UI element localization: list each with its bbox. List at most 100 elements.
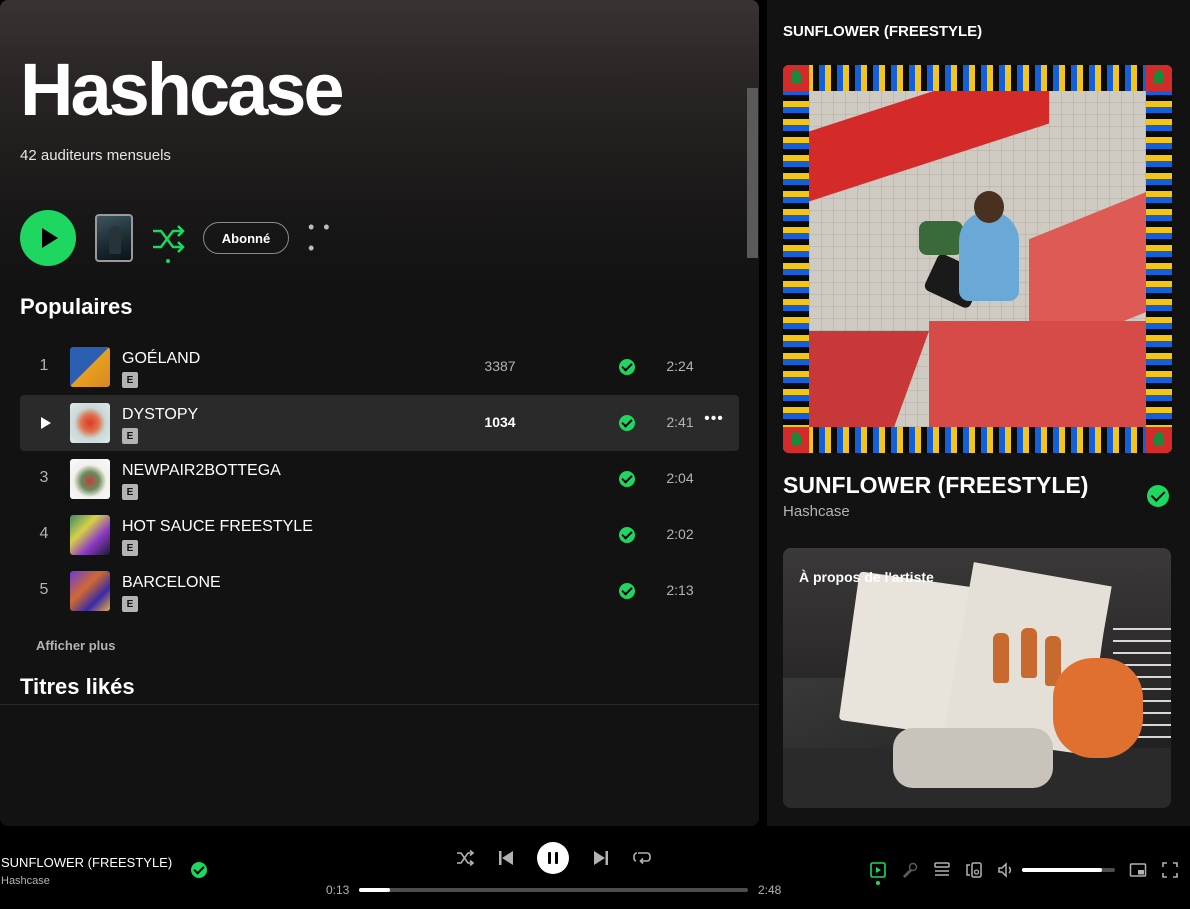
mute-button[interactable] [997,861,1015,879]
fullscreen-button[interactable] [1161,861,1179,879]
palm-icon [783,427,809,453]
miniplayer-icon [1129,863,1147,877]
artist-page: Hashcase 42 auditeurs mensuels Abonné • … [0,0,759,826]
scrollbar[interactable] [747,88,758,258]
explicit-badge: E [122,540,138,556]
saved-check-icon[interactable] [191,862,207,878]
track-title[interactable]: DYSTOPY [122,406,198,424]
skip-forward-icon [594,851,608,865]
saved-check-icon[interactable] [619,415,635,431]
explicit-badge: E [122,484,138,500]
show-more-link[interactable]: Afficher plus [36,638,115,653]
about-artist-label: À propos de l'artiste [799,569,934,585]
repeat-icon [633,852,651,865]
track-number: 5 [39,581,49,598]
previous-button[interactable] [496,848,516,868]
microphone-icon [902,862,918,879]
queue-icon [934,862,950,876]
track-row[interactable]: DYSTOPY E 1034 2:41 ••• [20,395,739,451]
track-plays: 1034 [484,414,516,430]
lyrics-button[interactable] [901,861,919,879]
track-row[interactable]: 4 HOT SAUCE FREESTYLE E 2:02 [20,507,739,563]
liked-songs-title: Titres likés [20,674,135,699]
track-cover [70,403,110,443]
track-cover [70,515,110,555]
miniplayer-button[interactable] [1129,861,1147,879]
track-number: 1 [39,357,49,374]
progress-fill [359,888,391,892]
follow-button[interactable]: Abonné [203,222,289,254]
track-more-button[interactable]: ••• [702,410,726,428]
artist-header: Hashcase 42 auditeurs mensuels [0,0,759,200]
about-artist-card[interactable]: À propos de l'artiste [783,548,1171,808]
explicit-badge: E [122,372,138,388]
track-plays: 3387 [484,358,516,374]
divider [0,704,759,705]
play-button[interactable] [20,210,76,266]
next-button[interactable] [591,848,611,868]
device-icon [966,862,982,878]
now-playing-icon [870,862,886,878]
track-title[interactable]: BARCELONE [122,574,221,592]
artist-name: Hashcase [20,48,342,118]
popular-tracks-list: 1 GOÉLAND E 3387 2:24 DYSTOPY E 1034 2:4… [20,339,739,619]
saved-check-icon[interactable] [619,583,635,599]
player-track-artist[interactable]: Hashcase [1,875,50,887]
shuffle-button[interactable] [151,222,185,263]
play-icon [42,228,58,248]
saved-check-icon[interactable] [1147,485,1169,507]
track-duration: 2:04 [666,470,694,486]
track-duration: 2:24 [666,358,694,374]
artist-pick-cover[interactable] [95,214,133,262]
track-title[interactable]: NEWPAIR2BOTTEGA [122,462,281,480]
total-time: 2:48 [758,883,782,897]
saved-check-icon[interactable] [619,359,635,375]
shuffle-button[interactable] [455,848,475,868]
repeat-button[interactable] [632,848,652,868]
shuffle-icon [457,849,474,867]
track-duration: 2:41 [666,414,694,430]
shuffle-icon [153,225,185,253]
palm-icon [1146,65,1172,91]
track-cover [70,571,110,611]
explicit-badge: E [122,596,138,612]
more-options-button[interactable]: • • • [308,217,338,258]
progress-bar[interactable] [359,888,748,892]
track-number: 4 [39,525,49,542]
track-cover [70,347,110,387]
pause-icon [548,852,551,864]
track-duration: 2:13 [666,582,694,598]
skip-back-icon [499,851,513,865]
volume-slider[interactable] [1022,868,1115,872]
monthly-listeners: 42 auditeurs mensuels [20,147,171,164]
connect-device-button[interactable] [965,861,983,879]
now-playing-title[interactable]: SUNFLOWER (FREESTYLE) [783,472,1088,499]
fullscreen-icon [1162,862,1178,878]
palm-icon [1146,427,1172,453]
album-art [783,65,1172,453]
now-playing-artist[interactable]: Hashcase [783,503,850,520]
volume-icon [998,862,1012,878]
palm-icon [783,65,809,91]
track-row[interactable]: 3 NEWPAIR2BOTTEGA E 2:04 [20,451,739,507]
explicit-badge: E [122,428,138,444]
track-title[interactable]: GOÉLAND [122,350,200,368]
saved-check-icon[interactable] [619,527,635,543]
track-row[interactable]: 5 BARCELONE E 2:13 [20,563,739,619]
track-number: 3 [39,469,49,486]
queue-button[interactable] [933,861,951,879]
elapsed-time: 0:13 [326,883,350,897]
player-track-title[interactable]: SUNFLOWER (FREESTYLE) [1,855,172,870]
track-cover [70,459,110,499]
track-row[interactable]: 1 GOÉLAND E 3387 2:24 [20,339,739,395]
pause-button[interactable] [537,842,569,874]
volume-fill [1022,868,1102,872]
track-title[interactable]: HOT SAUCE FREESTYLE [122,518,313,536]
popular-section-title: Populaires [20,294,133,319]
play-icon[interactable] [41,417,51,429]
saved-check-icon[interactable] [619,471,635,487]
now-playing-view-button[interactable] [869,861,887,885]
now-playing-header: SUNFLOWER (FREESTYLE) [783,23,983,40]
track-duration: 2:02 [666,526,694,542]
now-playing-panel: SUNFLOWER (FREESTYLE) SUNFLOWER (FREESTY… [767,0,1190,826]
